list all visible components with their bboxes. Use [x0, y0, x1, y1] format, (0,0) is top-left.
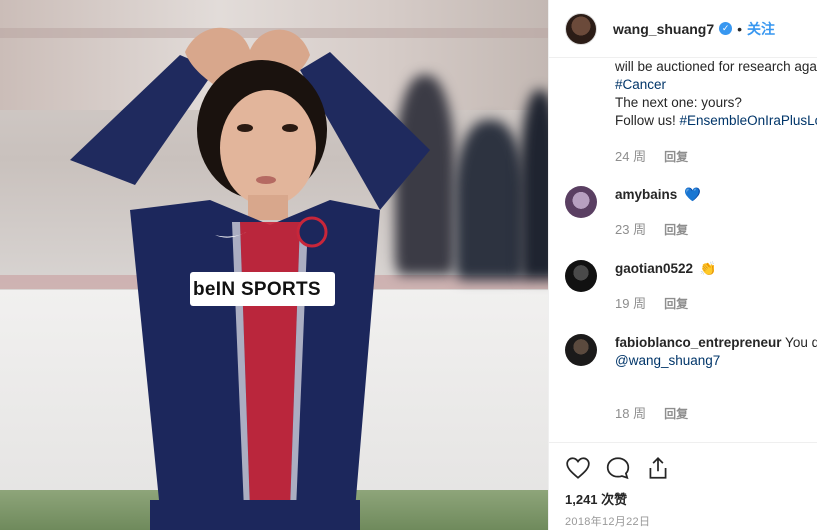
comment-text: amybains 💙	[615, 186, 817, 204]
author-username[interactable]: wang_shuang7	[613, 21, 714, 37]
comment-time[interactable]: 23 周	[615, 222, 646, 237]
caption-line: Follow us! #EnsembleOnIraPlusLoi	[615, 112, 817, 130]
player-figure	[70, 27, 430, 530]
post-header: wang_shuang7 ✓ • 关注	[549, 0, 817, 58]
caption-line: will be auctioned for research aga	[615, 59, 817, 74]
comment-meta: 24 周 回复	[615, 146, 688, 165]
avatar[interactable]	[565, 260, 597, 292]
post-date[interactable]: 2018年12月22日	[565, 513, 650, 529]
caption-text: will be auctioned for research aga #Canc…	[615, 58, 817, 130]
heart-icon[interactable]	[565, 455, 591, 481]
comments-list[interactable]: will be auctioned for research aga #Canc…	[549, 58, 817, 442]
reply-button[interactable]: 回复	[664, 297, 688, 311]
hashtag-link[interactable]: #Cancer	[615, 76, 817, 94]
header-separator: •	[737, 20, 743, 37]
comment-meta: 18 周 回复	[615, 403, 688, 422]
reply-button[interactable]: 回复	[664, 223, 688, 237]
avatar[interactable]	[565, 186, 597, 218]
comment-time[interactable]: 24 周	[615, 149, 646, 164]
comment-username[interactable]: fabioblanco_entrepreneur	[615, 335, 782, 350]
comment-username[interactable]: gaotian0522	[615, 261, 693, 276]
comment-text: fabioblanco_entrepreneur You deserve the…	[615, 334, 817, 370]
comment-username[interactable]: amybains	[615, 187, 677, 202]
likes-count[interactable]: 1,241 次赞	[565, 489, 627, 508]
avatar[interactable]	[565, 334, 597, 366]
blue-heart-emoji-icon: 💙	[684, 187, 701, 202]
verified-badge-icon: ✓	[719, 22, 733, 35]
share-icon[interactable]	[645, 455, 671, 481]
follow-button[interactable]: 关注	[747, 19, 775, 39]
reply-button[interactable]: 回复	[664, 407, 688, 421]
comment-time[interactable]: 19 周	[615, 296, 646, 311]
comment-time[interactable]: 18 周	[615, 406, 646, 421]
clapping-hands-emoji-icon: 👏	[699, 261, 717, 276]
post-sidebar: wang_shuang7 ✓ • 关注 will be auctioned fo…	[548, 0, 817, 530]
mention-link[interactable]: @wang_shuang7	[615, 352, 815, 370]
avatar[interactable]	[565, 12, 597, 45]
jersey-sponsor-text: beIN SPORTS	[193, 279, 321, 300]
reply-button[interactable]: 回复	[664, 150, 688, 164]
post-photo[interactable]: beIN SPORTS	[0, 0, 548, 530]
caption-line: The next one: yours?	[615, 95, 742, 110]
post-actions: 1,241 次赞 2018年12月22日	[549, 442, 817, 530]
comment-text: gaotian0522 👏	[615, 260, 817, 278]
comment-meta: 19 周 回复	[615, 293, 688, 312]
comment-body: You deserve the best in this year!!	[785, 335, 817, 350]
comment-bubble-icon[interactable]	[605, 455, 631, 481]
hashtag-link[interactable]: #EnsembleOnIraPlusLoi	[680, 113, 817, 128]
comment-meta: 23 周 回复	[615, 219, 688, 238]
caption-follow-prefix: Follow us!	[615, 113, 680, 128]
